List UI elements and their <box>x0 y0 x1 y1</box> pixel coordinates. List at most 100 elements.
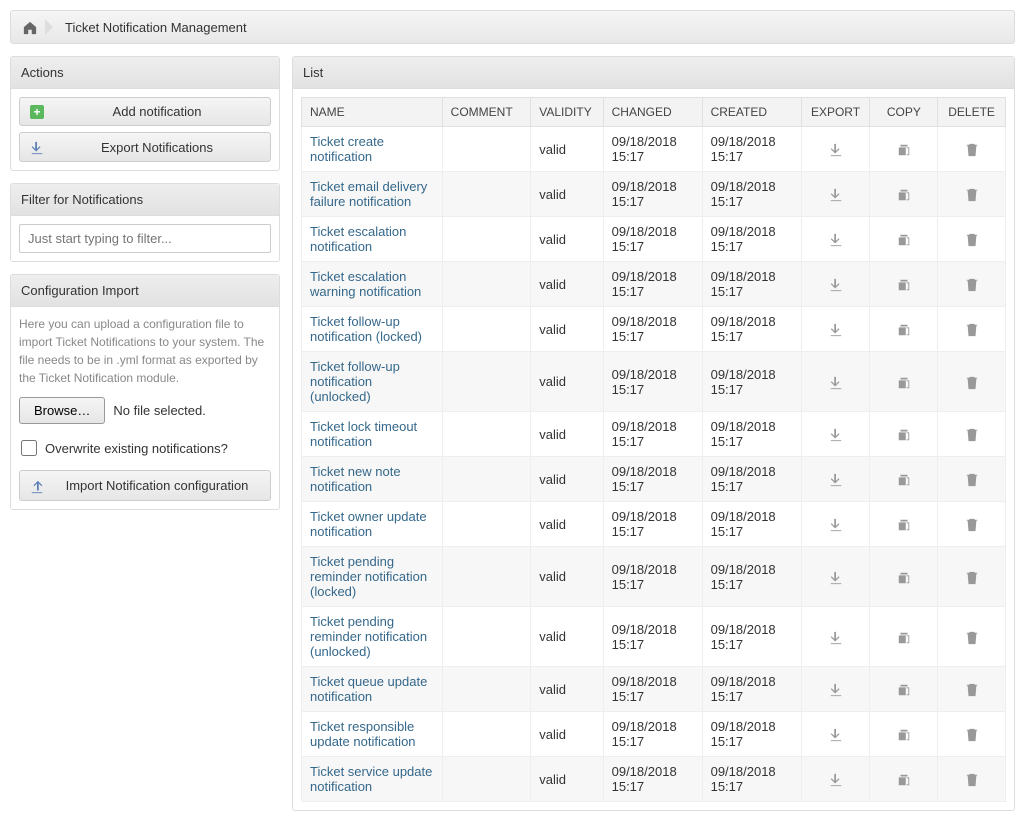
cell-changed: 09/18/2018 15:17 <box>603 457 702 502</box>
notification-name-link[interactable]: Ticket owner update notification <box>310 509 427 539</box>
cell-validity: valid <box>531 607 603 667</box>
delete-icon[interactable] <box>965 276 979 292</box>
copy-icon[interactable] <box>897 373 911 389</box>
copy-icon[interactable] <box>897 276 911 292</box>
filter-input[interactable] <box>19 224 271 253</box>
col-header-created[interactable]: CREATED <box>702 98 801 127</box>
export-icon[interactable] <box>829 276 843 292</box>
cell-changed: 09/18/2018 15:17 <box>603 217 702 262</box>
delete-icon[interactable] <box>965 681 979 697</box>
col-header-comment[interactable]: COMMENT <box>442 98 531 127</box>
home-icon[interactable] <box>23 19 37 35</box>
copy-icon[interactable] <box>897 426 911 442</box>
export-icon[interactable] <box>829 771 843 787</box>
cell-comment <box>442 757 531 802</box>
browse-button[interactable]: Browse… <box>19 397 105 424</box>
cell-comment <box>442 412 531 457</box>
notification-name-link[interactable]: Ticket responsible update notification <box>310 719 416 749</box>
breadcrumb-separator-icon <box>45 19 53 35</box>
export-icon[interactable] <box>829 516 843 532</box>
export-notifications-button[interactable]: Export Notifications <box>19 132 271 162</box>
col-header-validity[interactable]: VALIDITY <box>531 98 603 127</box>
delete-icon[interactable] <box>965 726 979 742</box>
export-icon[interactable] <box>829 628 843 644</box>
copy-icon[interactable] <box>897 321 911 337</box>
export-icon[interactable] <box>829 186 843 202</box>
copy-icon[interactable] <box>897 186 911 202</box>
copy-icon[interactable] <box>897 231 911 247</box>
add-notification-button[interactable]: Add notification <box>19 97 271 126</box>
filter-panel: Filter for Notifications <box>10 183 280 262</box>
notification-name-link[interactable]: Ticket lock timeout notification <box>310 419 417 449</box>
cell-validity: valid <box>531 217 603 262</box>
cell-changed: 09/18/2018 15:17 <box>603 502 702 547</box>
overwrite-checkbox[interactable] <box>21 440 37 456</box>
import-config-button[interactable]: Import Notification configuration <box>19 470 271 500</box>
notification-name-link[interactable]: Ticket follow-up notification (unlocked) <box>310 359 400 404</box>
notification-name-link[interactable]: Ticket email delivery failure notificati… <box>310 179 427 209</box>
cell-created: 09/18/2018 15:17 <box>702 502 801 547</box>
delete-icon[interactable] <box>965 186 979 202</box>
delete-icon[interactable] <box>965 628 979 644</box>
cell-comment <box>442 502 531 547</box>
breadcrumb: Ticket Notification Management <box>10 10 1015 44</box>
notification-name-link[interactable]: Ticket service update notification <box>310 764 432 794</box>
overwrite-label[interactable]: Overwrite existing notifications? <box>45 441 228 456</box>
notification-name-link[interactable]: Ticket escalation notification <box>310 224 406 254</box>
export-icon[interactable] <box>829 726 843 742</box>
copy-icon[interactable] <box>897 628 911 644</box>
copy-icon[interactable] <box>897 681 911 697</box>
col-header-name[interactable]: NAME <box>302 98 443 127</box>
notification-name-link[interactable]: Ticket new note notification <box>310 464 401 494</box>
cell-comment <box>442 262 531 307</box>
delete-icon[interactable] <box>965 321 979 337</box>
export-icon[interactable] <box>829 321 843 337</box>
cell-created: 09/18/2018 15:17 <box>702 307 801 352</box>
export-icon[interactable] <box>829 141 843 157</box>
export-notifications-label: Export Notifications <box>54 140 260 155</box>
delete-icon[interactable] <box>965 568 979 584</box>
col-header-export[interactable]: EXPORT <box>801 98 870 127</box>
copy-icon[interactable] <box>897 771 911 787</box>
notification-name-link[interactable]: Ticket escalation warning notification <box>310 269 421 299</box>
col-header-changed[interactable]: CHANGED <box>603 98 702 127</box>
cell-changed: 09/18/2018 15:17 <box>603 127 702 172</box>
delete-icon[interactable] <box>965 426 979 442</box>
notification-name-link[interactable]: Ticket pending reminder notification (lo… <box>310 554 427 599</box>
cell-created: 09/18/2018 15:17 <box>702 127 801 172</box>
col-header-delete[interactable]: DELETE <box>938 98 1006 127</box>
col-header-copy[interactable]: COPY <box>870 98 938 127</box>
export-icon[interactable] <box>829 681 843 697</box>
table-row: Ticket lock timeout notificationvalid09/… <box>302 412 1006 457</box>
cell-comment <box>442 667 531 712</box>
cell-validity: valid <box>531 262 603 307</box>
export-icon[interactable] <box>829 426 843 442</box>
cell-changed: 09/18/2018 15:17 <box>603 262 702 307</box>
copy-icon[interactable] <box>897 471 911 487</box>
export-icon[interactable] <box>829 231 843 247</box>
delete-icon[interactable] <box>965 231 979 247</box>
copy-icon[interactable] <box>897 568 911 584</box>
delete-icon[interactable] <box>965 373 979 389</box>
notification-name-link[interactable]: Ticket pending reminder notification (un… <box>310 614 427 659</box>
cell-comment <box>442 547 531 607</box>
copy-icon[interactable] <box>897 516 911 532</box>
delete-icon[interactable] <box>965 141 979 157</box>
delete-icon[interactable] <box>965 471 979 487</box>
cell-comment <box>442 352 531 412</box>
delete-icon[interactable] <box>965 516 979 532</box>
cell-created: 09/18/2018 15:17 <box>702 667 801 712</box>
cell-validity: valid <box>531 307 603 352</box>
export-icon[interactable] <box>829 568 843 584</box>
cell-created: 09/18/2018 15:17 <box>702 352 801 412</box>
copy-icon[interactable] <box>897 141 911 157</box>
cell-created: 09/18/2018 15:17 <box>702 607 801 667</box>
delete-icon[interactable] <box>965 771 979 787</box>
notification-name-link[interactable]: Ticket queue update notification <box>310 674 427 704</box>
export-icon[interactable] <box>829 471 843 487</box>
export-icon[interactable] <box>829 373 843 389</box>
copy-icon[interactable] <box>897 726 911 742</box>
notification-name-link[interactable]: Ticket follow-up notification (locked) <box>310 314 422 344</box>
cell-changed: 09/18/2018 15:17 <box>603 607 702 667</box>
notification-name-link[interactable]: Ticket create notification <box>310 134 384 164</box>
